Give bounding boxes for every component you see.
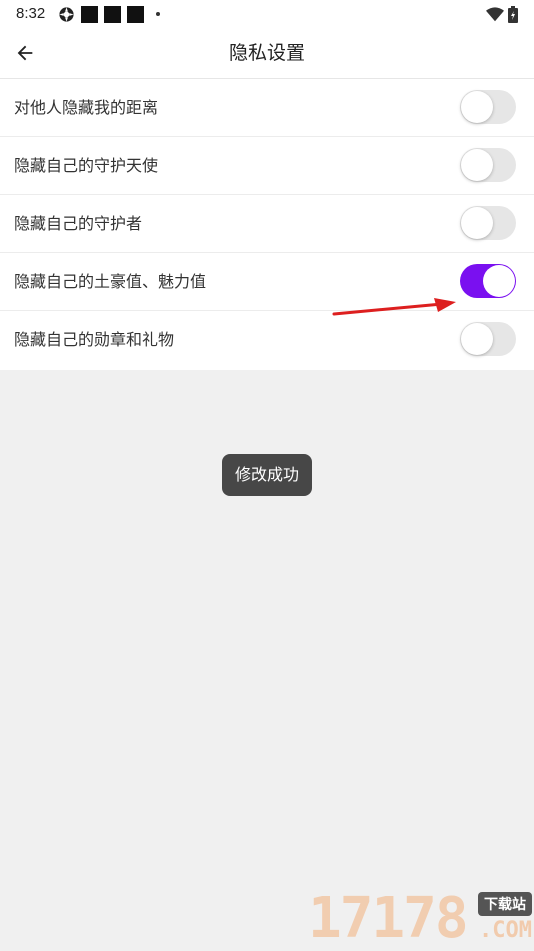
setting-label: 对他人隐藏我的距离 bbox=[14, 98, 159, 117]
page-title: 隐私设置 bbox=[228, 42, 305, 64]
status-bar: 8:32 bbox=[0, 0, 534, 28]
toggle-knob bbox=[461, 207, 493, 239]
toggle-knob bbox=[461, 149, 493, 181]
toggle-knob bbox=[461, 91, 493, 123]
setting-row-hide-guardian: 隐藏自己的守护者 bbox=[0, 195, 534, 253]
notification-square-icon bbox=[127, 5, 144, 23]
arrow-left-icon bbox=[14, 42, 36, 64]
setting-row-hide-medals-gifts: 隐藏自己的勋章和礼物 bbox=[0, 311, 534, 370]
settings-list: 对他人隐藏我的距离 隐藏自己的守护天使 隐藏自己的守护者 隐藏自己的土豪值、魅力… bbox=[0, 79, 534, 370]
hide-medals-gifts-toggle[interactable] bbox=[460, 322, 516, 356]
app-header: 隐私设置 bbox=[0, 28, 534, 79]
watermark-logo: 17178 下载站 .COM bbox=[308, 888, 534, 950]
toast-message: 修改成功 bbox=[222, 454, 312, 496]
setting-label: 隐藏自己的土豪值、魅力值 bbox=[14, 272, 207, 291]
status-icons-right bbox=[486, 5, 518, 23]
setting-label: 隐藏自己的守护者 bbox=[14, 214, 143, 233]
watermark-tag: 下载站 bbox=[478, 892, 532, 916]
back-button[interactable] bbox=[8, 36, 42, 70]
toggle-knob bbox=[461, 323, 493, 355]
battery-icon bbox=[508, 5, 518, 23]
watermark-digits: 17178 bbox=[308, 886, 469, 951]
notification-square-icon bbox=[104, 5, 121, 23]
setting-label: 隐藏自己的守护天使 bbox=[14, 156, 159, 175]
setting-row-hide-guardian-angel: 隐藏自己的守护天使 bbox=[0, 137, 534, 195]
settings-icon bbox=[58, 6, 75, 23]
setting-row-hide-distance: 对他人隐藏我的距离 bbox=[0, 79, 534, 137]
hide-guardian-toggle[interactable] bbox=[460, 206, 516, 240]
status-time: 8:32 bbox=[16, 5, 46, 22]
more-dot-icon bbox=[156, 12, 160, 16]
watermark-suffix: .COM bbox=[479, 918, 532, 943]
wifi-icon bbox=[486, 6, 504, 22]
notification-square-icon bbox=[81, 5, 98, 23]
hide-guardian-angel-toggle[interactable] bbox=[460, 148, 516, 182]
status-icons-left bbox=[58, 5, 160, 23]
setting-row-hide-wealth-charm: 隐藏自己的土豪值、魅力值 bbox=[0, 253, 534, 311]
toggle-knob bbox=[483, 265, 515, 297]
hide-distance-toggle[interactable] bbox=[460, 90, 516, 124]
setting-label: 隐藏自己的勋章和礼物 bbox=[14, 330, 175, 349]
hide-wealth-charm-toggle[interactable] bbox=[460, 264, 516, 298]
